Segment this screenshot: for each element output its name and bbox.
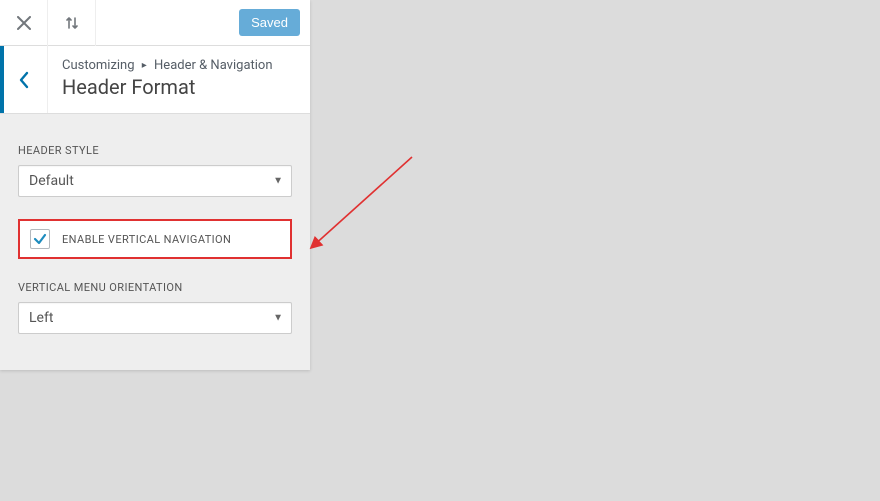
chevron-down-icon: ▼ xyxy=(273,176,283,187)
top-actions-row: Saved xyxy=(0,0,310,46)
header-style-label: HEADER STYLE xyxy=(18,144,292,157)
saved-button: Saved xyxy=(239,9,300,36)
chevron-down-icon: ▼ xyxy=(273,313,283,324)
breadcrumb-root: Customizing xyxy=(62,58,135,73)
enable-vertical-nav-checkbox[interactable] xyxy=(30,229,50,249)
orientation-value: Left xyxy=(29,310,53,326)
controls-area: HEADER STYLE Default ▼ ENABLE VERTICAL N… xyxy=(0,114,310,352)
enable-vertical-nav-label: ENABLE VERTICAL NAVIGATION xyxy=(62,233,231,246)
header-style-value: Default xyxy=(29,173,74,189)
breadcrumb: Customizing ▸ Header & Navigation xyxy=(62,58,273,73)
page-title: Header Format xyxy=(62,75,273,99)
annotation-arrow xyxy=(302,152,422,272)
orientation-label: VERTICAL MENU ORIENTATION xyxy=(18,281,292,294)
check-icon xyxy=(33,232,47,246)
back-button[interactable] xyxy=(0,46,48,113)
reorder-button[interactable] xyxy=(48,0,96,46)
close-icon xyxy=(17,16,31,30)
close-button[interactable] xyxy=(0,0,48,46)
enable-vertical-nav-row[interactable]: ENABLE VERTICAL NAVIGATION xyxy=(18,219,292,259)
chevron-left-icon xyxy=(18,71,30,89)
breadcrumb-row: Customizing ▸ Header & Navigation Header… xyxy=(0,46,310,114)
breadcrumb-block: Customizing ▸ Header & Navigation Header… xyxy=(48,46,287,113)
breadcrumb-section: Header & Navigation xyxy=(154,58,273,73)
orientation-select[interactable]: Left ▼ xyxy=(18,302,292,334)
header-style-select[interactable]: Default ▼ xyxy=(18,165,292,197)
customizer-panel: Saved Customizing ▸ Header & Navigation … xyxy=(0,0,310,370)
sort-icon xyxy=(64,15,80,31)
breadcrumb-separator-icon: ▸ xyxy=(142,60,147,71)
